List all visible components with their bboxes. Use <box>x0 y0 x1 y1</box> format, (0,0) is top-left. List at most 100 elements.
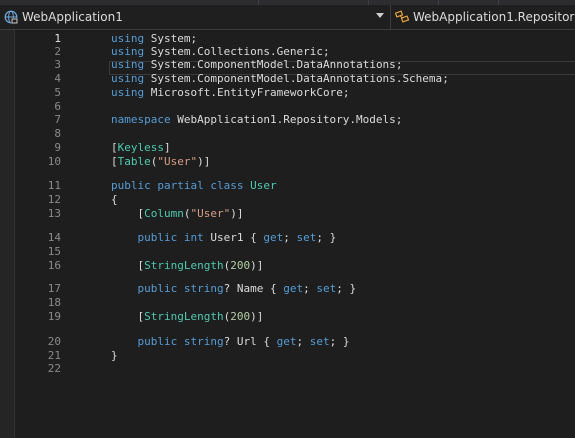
code-token: ? Name { <box>223 282 284 295</box>
code-token: [ <box>111 259 145 272</box>
code-line[interactable]: 6 <box>15 100 575 114</box>
code-token: . <box>210 86 217 99</box>
project-dropdown[interactable]: WebApplication1 <box>0 5 388 29</box>
code-token: System <box>150 58 191 71</box>
line-number: 5 <box>54 86 61 99</box>
code-text: using Microsoft.EntityFrameworkCore; <box>111 86 349 100</box>
code-token: Collections <box>197 45 270 58</box>
code-token: ; <box>283 231 297 244</box>
code-line[interactable]: 16 [StringLength(200)] <box>15 259 575 273</box>
code-token: ; } <box>329 335 350 348</box>
code-token: )] <box>250 259 264 272</box>
code-token: ; <box>395 58 403 71</box>
line-number: 13 <box>47 207 61 220</box>
line-number: 19 <box>47 310 61 323</box>
code-editor[interactable]: 1 using System; 2 using System.Collections.… <box>15 30 575 438</box>
code-line[interactable]: 3 using System.ComponentModel.DataAnnotat… <box>15 58 575 72</box>
code-token: Microsoft <box>150 86 211 99</box>
code-token: set <box>309 335 330 348</box>
line-number: 6 <box>54 100 61 113</box>
code-token: )] <box>230 207 244 220</box>
code-line[interactable]: 9 [Keyless] <box>15 141 575 155</box>
code-line[interactable]: 8 <box>15 127 575 141</box>
code-text: [StringLength(200)] <box>111 310 263 324</box>
code-line[interactable]: 14 public int User1 { get; set; } <box>15 231 575 245</box>
code-token: Keyless <box>117 141 164 154</box>
code-text: { <box>111 193 118 207</box>
code-line[interactable]: 22 <box>15 362 575 376</box>
code-line[interactable]: 21} <box>15 349 575 363</box>
code-token: User <box>250 179 277 192</box>
code-token: User1 { <box>203 231 264 244</box>
line-number: 2 <box>54 45 61 58</box>
line-number: 7 <box>54 113 61 126</box>
code-token: [ <box>111 141 118 154</box>
code-text: using System.ComponentModel.DataAnnotati… <box>111 58 402 72</box>
code-token: int <box>183 231 204 244</box>
code-token: )] <box>197 155 211 168</box>
code-token: )] <box>250 310 264 323</box>
code-line[interactable]: 13 [Column("User")] <box>15 207 575 221</box>
code-line[interactable]: 5 using Microsoft.EntityFrameworkCore; <box>15 86 575 100</box>
code-token: using <box>111 58 145 71</box>
line-number: 22 <box>47 362 61 375</box>
chevron-down-icon[interactable] <box>376 13 384 18</box>
class-scope-dropdown[interactable]: WebApplication1.Repository.M <box>390 5 575 29</box>
code-token: ] <box>163 141 171 154</box>
code-line[interactable]: 18 <box>15 296 575 310</box>
code-token: get <box>263 231 284 244</box>
code-token: [ <box>111 155 118 168</box>
line-number: 9 <box>54 141 61 154</box>
line-number: 11 <box>47 179 61 192</box>
code-line[interactable]: 19 [StringLength(200)] <box>15 310 575 324</box>
code-token: System <box>150 32 191 45</box>
navigation-bar: WebApplication1 WebApplication1.Reposito… <box>0 5 575 30</box>
code-text: [Table("User")] <box>111 155 210 169</box>
code-text: using System.Collections.Generic; <box>111 45 330 59</box>
code-token: DataAnnotations <box>296 72 396 85</box>
code-token: 200 <box>230 310 251 323</box>
code-token: System <box>150 45 191 58</box>
code-line[interactable]: 20 public string? Url { get; set; } <box>15 335 575 349</box>
code-line[interactable]: 12 { <box>15 193 575 207</box>
line-number: 1 <box>54 32 61 45</box>
line-number: 15 <box>47 245 61 258</box>
line-number: 12 <box>47 193 61 206</box>
code-token: using <box>111 32 145 45</box>
line-number: 4 <box>54 72 61 85</box>
code-token: ; <box>342 86 350 99</box>
code-token: "User" <box>157 155 198 168</box>
code-token: ( <box>183 207 191 220</box>
code-token: public <box>137 282 178 295</box>
code-token: using <box>111 86 145 99</box>
code-line[interactable]: 4 using System.ComponentModel.DataAnnotat… <box>15 72 575 86</box>
code-token: { <box>111 193 118 206</box>
code-token: string <box>183 335 224 348</box>
code-line[interactable]: 7 namespace WebApplication1.Repository.Mo… <box>15 113 575 127</box>
code-line[interactable]: 10 [Table("User")] <box>15 155 575 169</box>
code-token: ; } <box>336 282 357 295</box>
line-number: 20 <box>47 335 61 348</box>
code-line[interactable]: 11 public partial class User <box>15 179 575 193</box>
class-scope-name: WebApplication1.Repository.M <box>413 10 575 24</box>
code-token: class <box>210 179 244 192</box>
code-token: ; <box>190 32 198 45</box>
code-token: set <box>296 231 317 244</box>
code-line[interactable]: 17 public string? Name { get; set; } <box>15 282 575 296</box>
code-line[interactable]: 2 using System.Collections.Generic; <box>15 45 575 59</box>
code-line[interactable]: 1 using System; <box>15 32 575 46</box>
code-text: public string? Url { get; set; } <box>111 335 350 349</box>
code-line[interactable]: 15 <box>15 245 575 259</box>
code-token: Column <box>144 207 184 220</box>
code-token: ; <box>303 282 317 295</box>
code-token: Table <box>117 155 151 168</box>
code-token: using <box>111 45 145 58</box>
code-text: [StringLength(200)] <box>111 259 263 273</box>
code-token: DataAnnotations <box>296 58 396 71</box>
